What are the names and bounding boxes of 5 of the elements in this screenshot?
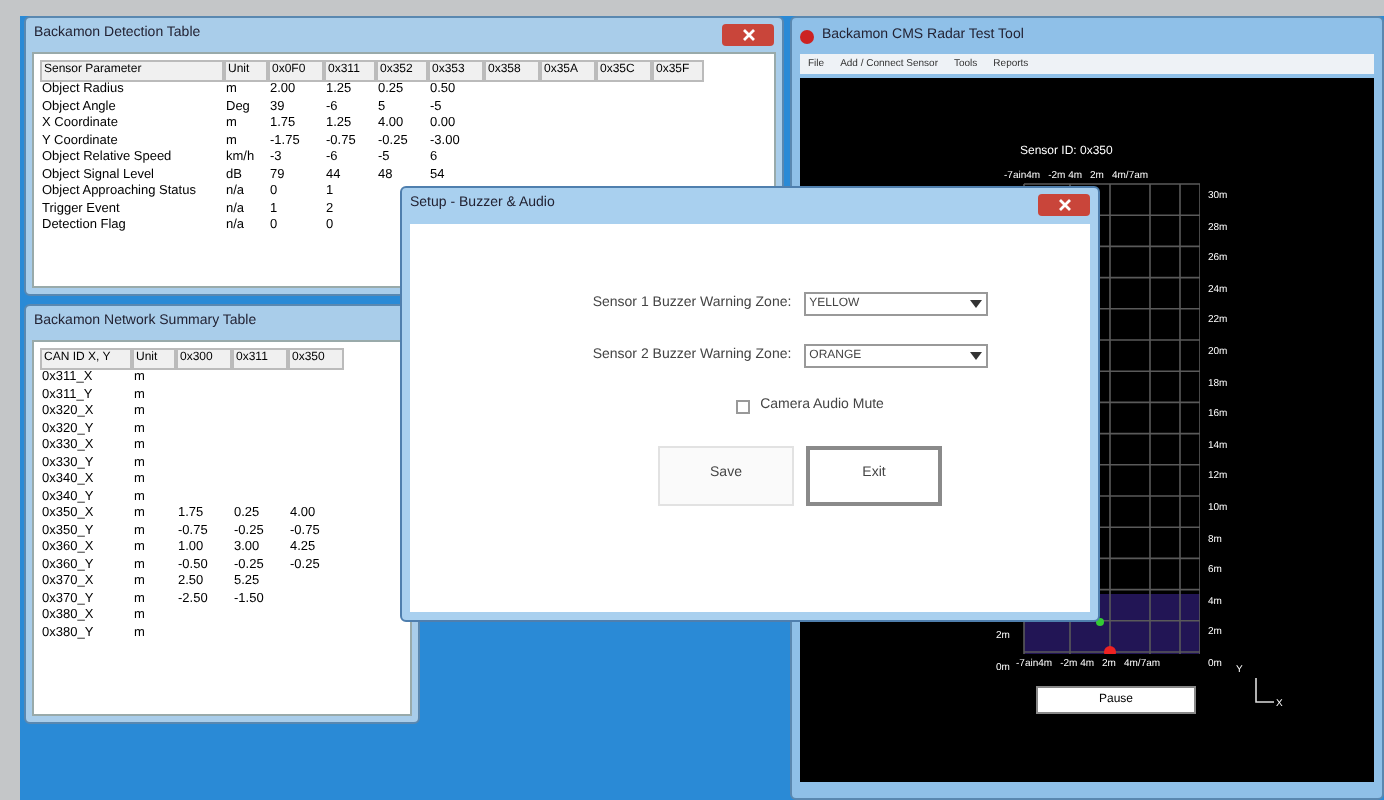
app-icon	[800, 29, 814, 43]
dropdown-arrow-icon	[969, 300, 982, 308]
close-icon[interactable]	[722, 23, 774, 45]
close-icon[interactable]	[1038, 193, 1090, 215]
dropdown-arrow-icon	[969, 352, 982, 360]
